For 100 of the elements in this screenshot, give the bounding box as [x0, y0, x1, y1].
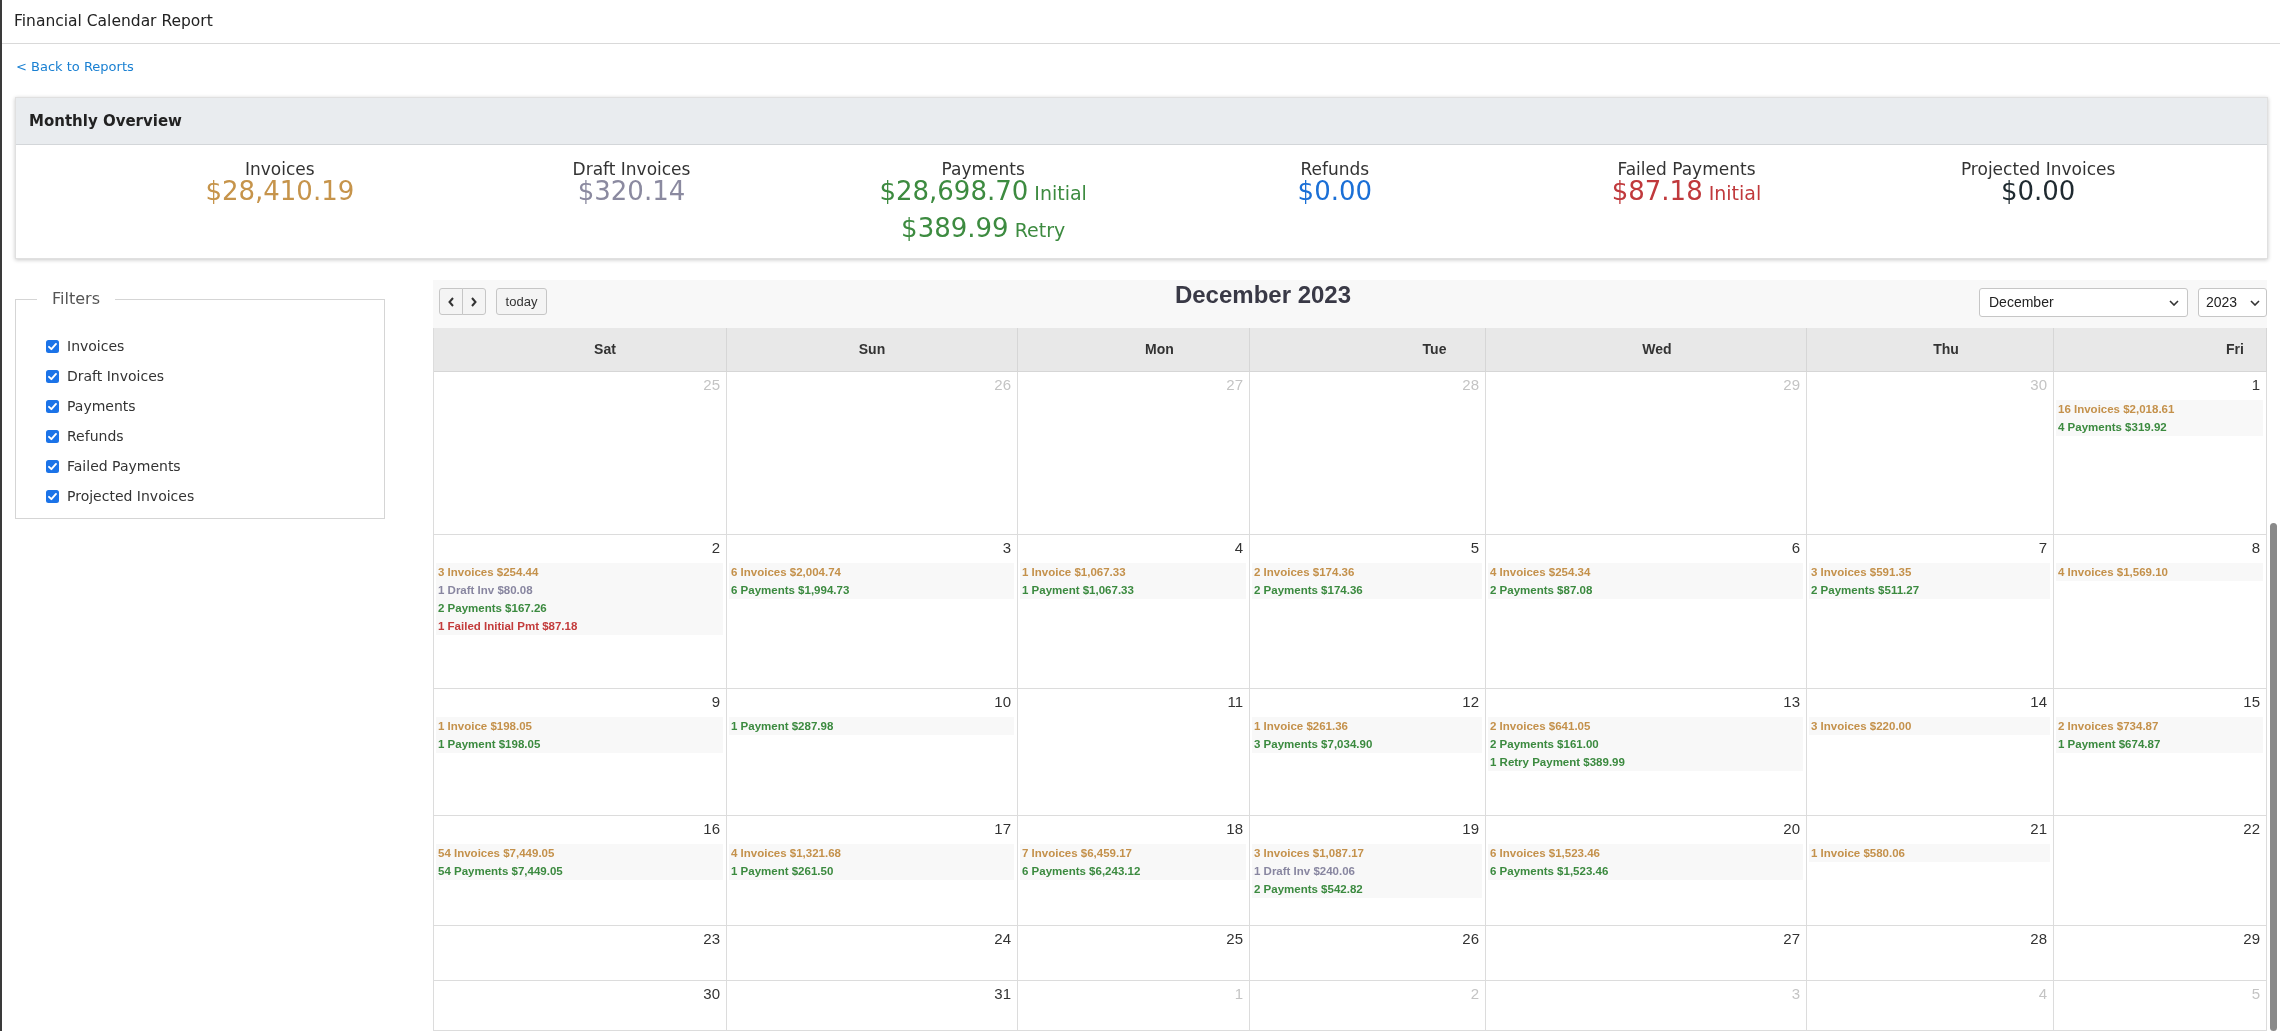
- today-button[interactable]: today: [496, 288, 547, 315]
- checkbox[interactable]: [46, 369, 59, 383]
- calendar-event[interactable]: 54 Payments $7,449.05: [436, 862, 723, 880]
- checkbox[interactable]: [46, 339, 59, 353]
- day-number: 23: [703, 930, 720, 948]
- checkbox[interactable]: [46, 429, 59, 443]
- checkbox[interactable]: [46, 489, 59, 503]
- calendar-event[interactable]: 2 Payments $161.00: [1488, 735, 1803, 753]
- calendar-event[interactable]: 6 Invoices $1,523.46: [1488, 844, 1803, 862]
- previous-button[interactable]: [439, 288, 463, 315]
- calendar-event[interactable]: 3 Invoices $1,087.17: [1252, 844, 1482, 862]
- calendar-event[interactable]: 1 Draft Inv $80.08: [436, 581, 723, 599]
- day-number: 1: [2251, 376, 2260, 394]
- day-number: 11: [1227, 693, 1243, 711]
- day-number: 22: [2243, 820, 2260, 838]
- stat-note: Initial: [1034, 181, 1087, 205]
- page-title: Financial Calendar Report: [14, 10, 213, 32]
- checkbox[interactable]: [46, 399, 59, 413]
- calendar-event[interactable]: 1 Invoice $198.05: [436, 717, 723, 735]
- filter-label[interactable]: Failed Payments: [67, 455, 181, 477]
- calendar-event[interactable]: 7 Invoices $6,459.17: [1020, 844, 1246, 862]
- filter-label[interactable]: Refunds: [67, 425, 124, 447]
- day-number: 15: [2243, 693, 2260, 711]
- day-number: 28: [1462, 376, 1479, 394]
- calendar-event[interactable]: 54 Invoices $7,449.05: [436, 844, 723, 862]
- calendar-event[interactable]: 1 Payment $287.98: [729, 717, 1014, 735]
- calendar-event[interactable]: 3 Invoices $254.44: [436, 563, 723, 581]
- stat-value: $28,410.19: [205, 179, 355, 203]
- day-number: 6: [1791, 539, 1800, 557]
- calendar-event[interactable]: 1 Invoice $580.06: [1809, 844, 2050, 862]
- day-number: 9: [711, 693, 720, 711]
- stat-note: Initial: [1708, 181, 1762, 205]
- calendar-event[interactable]: 2 Payments $87.08: [1488, 581, 1803, 599]
- calendar-event[interactable]: 16 Invoices $2,018.61: [2056, 400, 2263, 418]
- calendar-event[interactable]: 1 Payment $1,067.33: [1020, 581, 1246, 599]
- month-select[interactable]: December: [1979, 288, 2188, 317]
- day-number: 26: [1462, 930, 1479, 948]
- calendar-event[interactable]: 6 Invoices $2,004.74: [729, 563, 1014, 581]
- calendar-event[interactable]: 2 Payments $174.36: [1252, 581, 1482, 599]
- calendar-event[interactable]: 1 Payment $674.87: [2056, 735, 2263, 753]
- calendar-event[interactable]: 4 Invoices $1,321.68: [729, 844, 1014, 862]
- weekday-header: Fri: [2054, 328, 2267, 372]
- calendar-event[interactable]: 2 Payments $167.26: [436, 599, 723, 617]
- day-number: 31: [994, 985, 1011, 1003]
- calendar-event[interactable]: 1 Retry Payment $389.99: [1488, 753, 1803, 771]
- checkbox[interactable]: [46, 459, 59, 473]
- day-number: 19: [1462, 820, 1479, 838]
- calendar-event[interactable]: 3 Payments $7,034.90: [1252, 735, 1482, 753]
- stat-label: Invoices: [245, 159, 315, 179]
- chevron-down-icon: [2250, 299, 2260, 306]
- calendar-event[interactable]: 6 Payments $6,243.12: [1020, 862, 1246, 880]
- weekday-header: Tue: [1250, 328, 1486, 372]
- calendar-event[interactable]: 1 Invoice $1,067.33: [1020, 563, 1246, 581]
- stat-label: Refunds: [1300, 159, 1370, 179]
- filter-label[interactable]: Projected Invoices: [67, 485, 195, 507]
- calendar-event[interactable]: 2 Invoices $734.87: [2056, 717, 2263, 735]
- calendar-event[interactable]: 3 Invoices $591.35: [1809, 563, 2050, 581]
- calendar-event[interactable]: 1 Payment $261.50: [729, 862, 1014, 880]
- calendar-event[interactable]: 4 Payments $319.92: [2056, 418, 2263, 436]
- calendar-event[interactable]: 2 Invoices $641.05: [1488, 717, 1803, 735]
- day-number: 8: [2251, 539, 2260, 557]
- stat-value: $28,698.70: [879, 179, 1029, 203]
- calendar-event[interactable]: 3 Invoices $220.00: [1809, 717, 2050, 735]
- weekday-header: Sun: [727, 328, 1018, 372]
- chevron-right-icon: [471, 296, 477, 307]
- day-number: 26: [994, 376, 1011, 394]
- day-number: 4: [2038, 985, 2047, 1003]
- filter-label[interactable]: Invoices: [67, 335, 125, 357]
- year-select[interactable]: 2023: [2198, 288, 2267, 317]
- back-link[interactable]: < Back to Reports: [16, 58, 134, 76]
- stat-value: $389.99: [901, 216, 1009, 240]
- calendar-event[interactable]: 1 Draft Inv $240.06: [1252, 862, 1482, 880]
- calendar-event[interactable]: 1 Invoice $261.36: [1252, 717, 1482, 735]
- calendar-event[interactable]: 2 Payments $511.27: [1809, 581, 2050, 599]
- calendar-event[interactable]: 1 Payment $198.05: [436, 735, 723, 753]
- filter-label[interactable]: Payments: [67, 395, 136, 417]
- day-number: 3: [1791, 985, 1800, 1003]
- calendar-event[interactable]: 4 Invoices $1,569.10: [2056, 563, 2263, 581]
- day-number: 27: [1783, 930, 1800, 948]
- calendar-title: December 2023: [1174, 281, 1352, 309]
- day-number: 21: [2030, 820, 2047, 838]
- calendar-event[interactable]: 4 Invoices $254.34: [1488, 563, 1803, 581]
- day-number: 13: [1783, 693, 1800, 711]
- day-number: 27: [1226, 376, 1243, 394]
- day-number: 12: [1462, 693, 1479, 711]
- day-number: 17: [994, 820, 1011, 838]
- day-number: 3: [1002, 539, 1011, 557]
- calendar-event[interactable]: 2 Invoices $174.36: [1252, 563, 1482, 581]
- filter-label[interactable]: Draft Invoices: [67, 365, 165, 387]
- scrollbar-thumb[interactable]: [2270, 523, 2277, 1031]
- calendar-event[interactable]: 2 Payments $542.82: [1252, 880, 1482, 898]
- calendar-event[interactable]: 1 Failed Initial Pmt $87.18: [436, 617, 723, 635]
- day-number: 29: [2243, 930, 2260, 948]
- card-title: Monthly Overview: [29, 110, 182, 132]
- next-button[interactable]: [462, 288, 486, 315]
- calendar-event[interactable]: 6 Payments $1,994.73: [729, 581, 1014, 599]
- day-number: 2: [1470, 985, 1479, 1003]
- chevron-left-icon: [448, 296, 454, 307]
- stat-label: Failed Payments: [1617, 159, 1756, 179]
- calendar-event[interactable]: 6 Payments $1,523.46: [1488, 862, 1803, 880]
